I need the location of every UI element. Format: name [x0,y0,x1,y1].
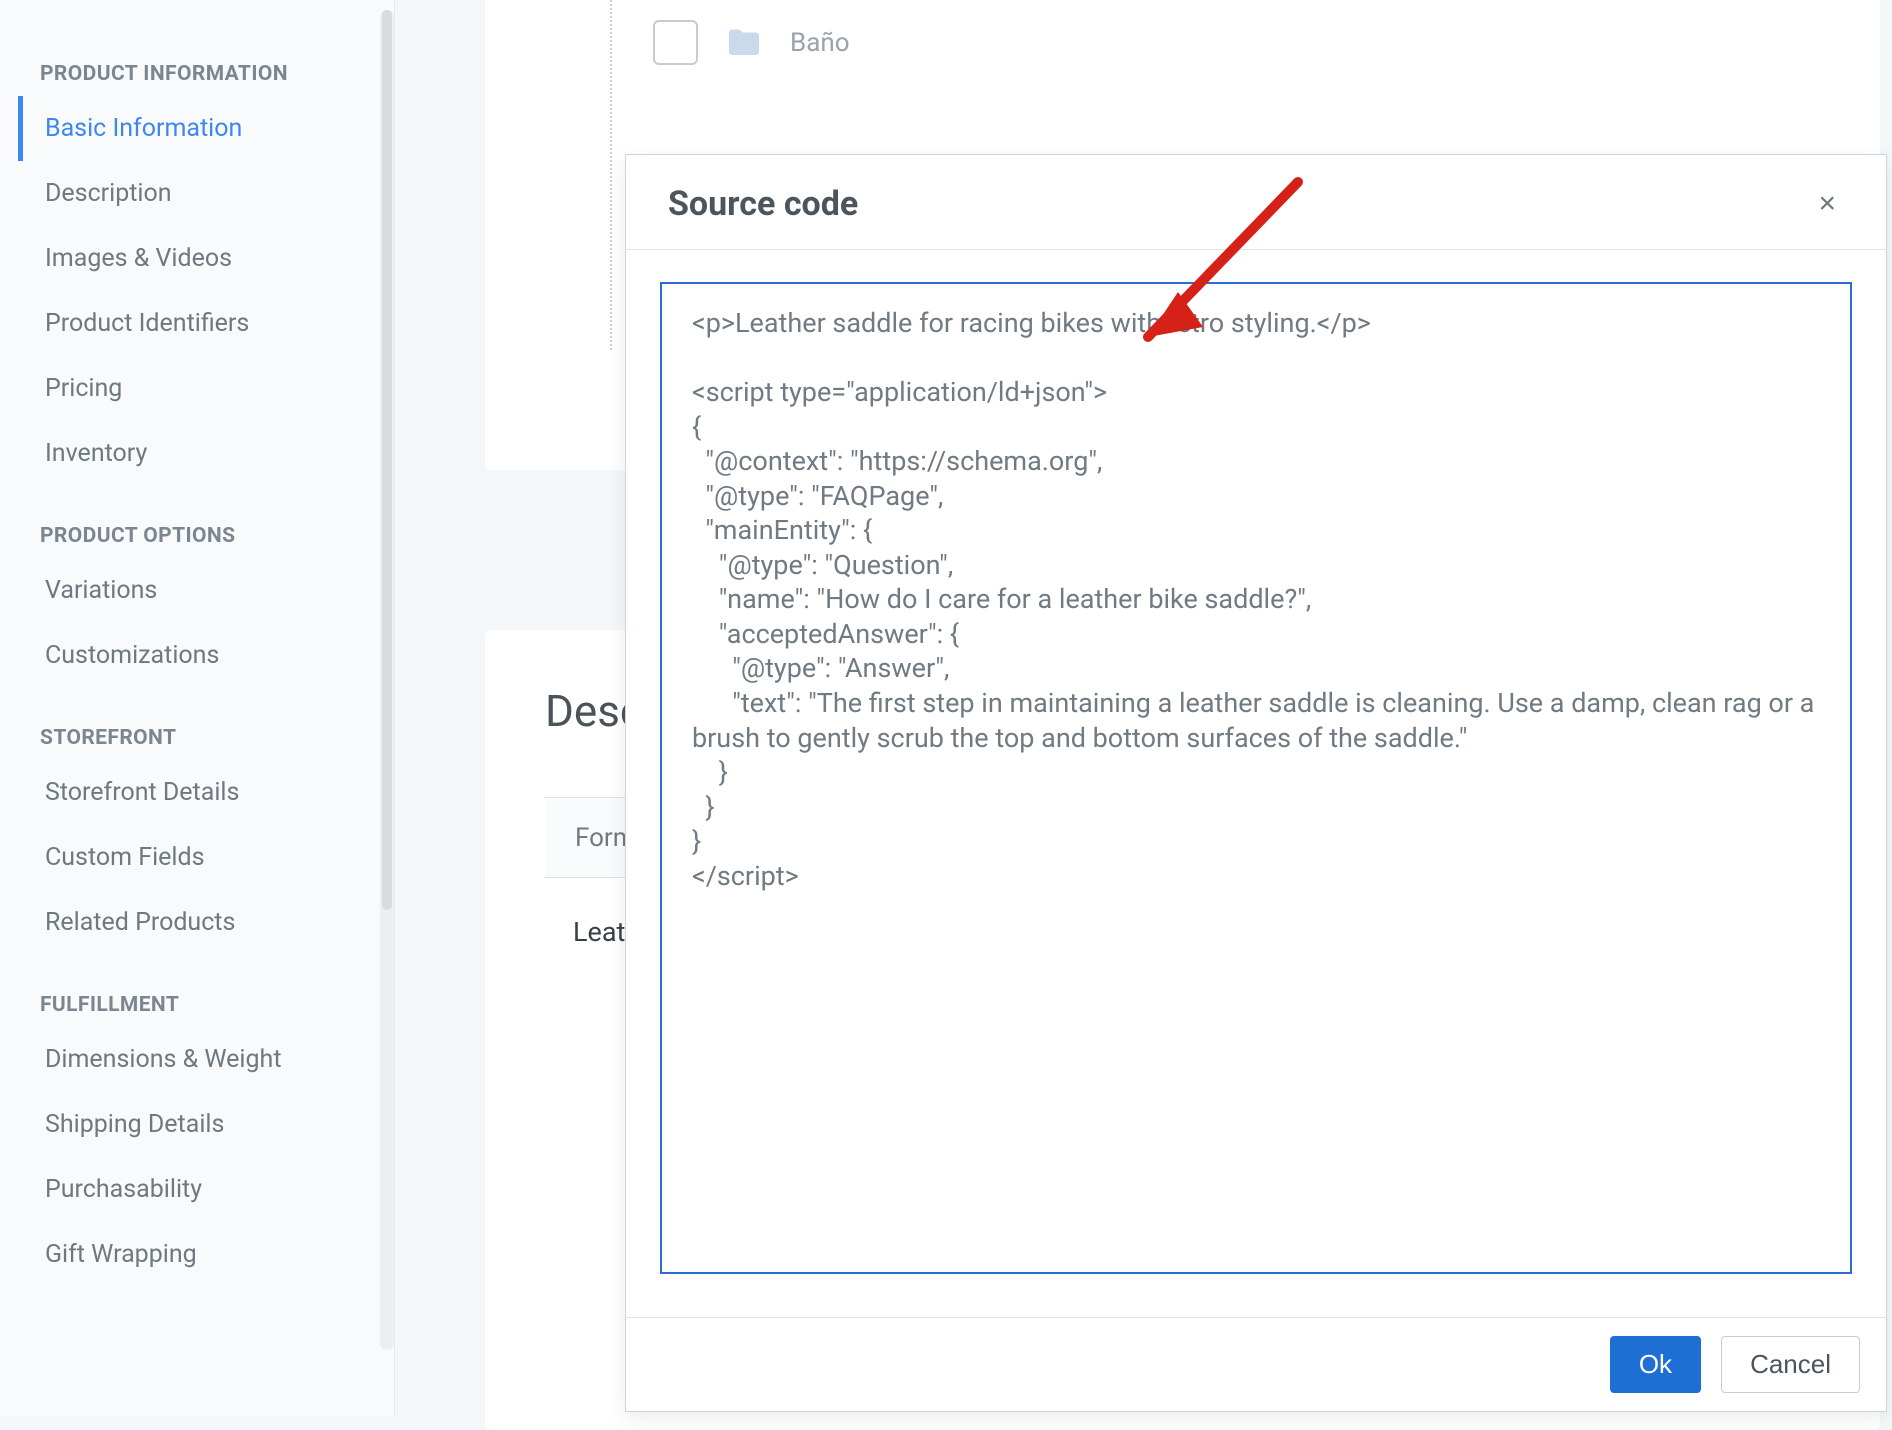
sidebar-item-variations[interactable]: Variations [18,558,360,623]
sidebar-item-images-videos[interactable]: Images & Videos [18,226,360,291]
checkbox-icon[interactable] [653,20,698,65]
sidebar-item-description[interactable]: Description [18,161,360,226]
sidebar-scrollbar-thumb[interactable] [382,10,392,910]
sidebar-group-title: PRODUCT OPTIONS [40,524,360,548]
main-area: Comprar todo Baño Descri Formats Leather [395,0,1892,1416]
tree-connector-lines [610,0,614,350]
sidebar-group-title: FULFILLMENT [40,993,360,1017]
sidebar-item-inventory[interactable]: Inventory [18,421,360,486]
sidebar-scrollbar[interactable] [380,10,394,1350]
sidebar-item-purchasability[interactable]: Purchasability [18,1157,360,1222]
sidebar-item-storefront-details[interactable]: Storefront Details [18,760,360,825]
sidebar-group-title: STOREFRONT [40,726,360,750]
sidebar-item-pricing[interactable]: Pricing [18,356,360,421]
sidebar-item-basic-information[interactable]: Basic Information [18,96,360,161]
sidebar-item-gift-wrapping[interactable]: Gift Wrapping [18,1222,360,1287]
description-title: Descri [545,685,1820,737]
description-card: Descri Formats Leather [485,630,1880,1430]
editor-toolbar: Formats [545,797,1820,878]
category-tree-panel: Comprar todo Baño [485,0,1880,470]
tree-item[interactable]: Baño [653,20,850,65]
sidebar-item-product-identifiers[interactable]: Product Identifiers [18,291,360,356]
redo-icon[interactable] [778,820,808,855]
folder-icon [726,28,762,58]
sidebar-item-customizations[interactable]: Customizations [18,623,360,688]
sidebar: PRODUCT INFORMATION Basic Information De… [0,0,395,1416]
sidebar-item-dimensions-weight[interactable]: Dimensions & Weight [18,1027,360,1092]
tree-item-label: Baño [790,28,850,58]
sidebar-item-custom-fields[interactable]: Custom Fields [18,825,360,890]
sidebar-group-title: PRODUCT INFORMATION [40,62,360,86]
editor-body[interactable]: Leather [545,878,1820,986]
sidebar-item-related-products[interactable]: Related Products [18,890,360,955]
toolbar-formats-dropdown[interactable]: Formats [575,823,672,853]
undo-icon[interactable] [710,820,740,855]
sidebar-item-shipping-details[interactable]: Shipping Details [18,1092,360,1157]
